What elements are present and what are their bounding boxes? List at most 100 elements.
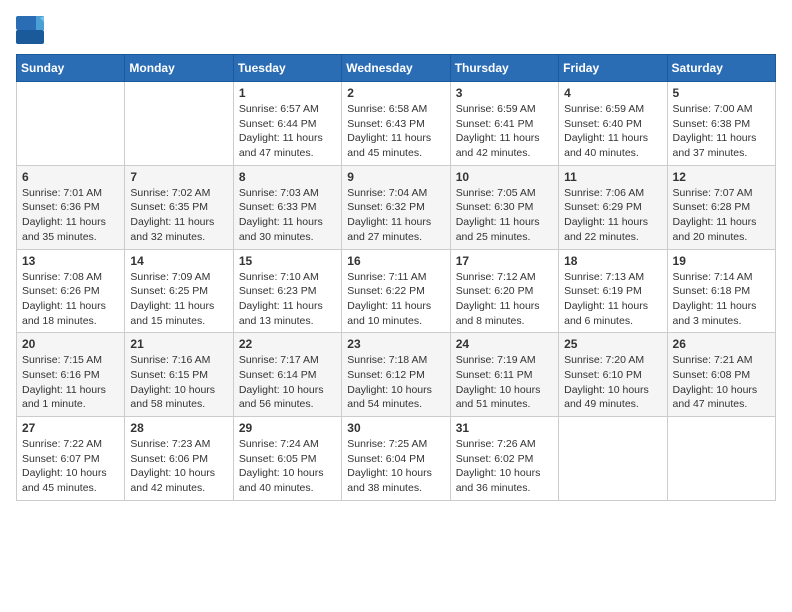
day-number: 16: [347, 254, 444, 268]
day-info: Sunrise: 7:24 AM Sunset: 6:05 PM Dayligh…: [239, 437, 336, 496]
calendar-week-row: 13Sunrise: 7:08 AM Sunset: 6:26 PM Dayli…: [17, 249, 776, 333]
logo-icon: [16, 16, 44, 44]
day-number: 26: [673, 337, 770, 351]
day-number: 27: [22, 421, 119, 435]
day-number: 3: [456, 86, 553, 100]
day-info: Sunrise: 7:06 AM Sunset: 6:29 PM Dayligh…: [564, 186, 661, 245]
day-info: Sunrise: 7:18 AM Sunset: 6:12 PM Dayligh…: [347, 353, 444, 412]
day-info: Sunrise: 7:03 AM Sunset: 6:33 PM Dayligh…: [239, 186, 336, 245]
day-number: 20: [22, 337, 119, 351]
calendar-cell: 30Sunrise: 7:25 AM Sunset: 6:04 PM Dayli…: [342, 417, 450, 501]
weekday-header: Monday: [125, 55, 233, 82]
calendar-cell: 26 Sunrise: 7:21 AM Sunset: 6:08 PM Dayli…: [667, 333, 775, 417]
day-number: 13: [22, 254, 119, 268]
day-info: Sunrise: 7:13 AM Sunset: 6:19 PM Dayligh…: [564, 270, 661, 329]
day-number: 29: [239, 421, 336, 435]
calendar-week-row: 6 Sunrise: 7:01 AM Sunset: 6:36 PM Daylig…: [17, 165, 776, 249]
day-number: 28: [130, 421, 227, 435]
calendar-cell: 11Sunrise: 7:06 AM Sunset: 6:29 PM Dayli…: [559, 165, 667, 249]
day-number: 31: [456, 421, 553, 435]
day-info: Sunrise: 7:12 AM Sunset: 6:20 PM Dayligh…: [456, 270, 553, 329]
day-info: Sunrise: 6:58 AM Sunset: 6:43 PM Dayligh…: [347, 102, 444, 161]
calendar-cell: 29 Sunrise: 7:24 AM Sunset: 6:05 PM Dayli…: [233, 417, 341, 501]
day-info: Sunrise: 7:22 AM Sunset: 6:07 PM Dayligh…: [22, 437, 119, 496]
calendar-cell: 17 Sunrise: 7:12 AM Sunset: 6:20 PM Dayli…: [450, 249, 558, 333]
calendar-cell: 16 Sunrise: 7:11 AM Sunset: 6:22 PM Dayli…: [342, 249, 450, 333]
calendar-cell: 7 Sunrise: 7:02 AM Sunset: 6:35 PM Daylig…: [125, 165, 233, 249]
day-info: Sunrise: 7:21 AM Sunset: 6:08 PM Dayligh…: [673, 353, 770, 412]
weekday-header: Sunday: [17, 55, 125, 82]
day-info: Sunrise: 7:05 AM Sunset: 6:30 PM Dayligh…: [456, 186, 553, 245]
calendar-cell: 9 Sunrise: 7:04 AM Sunset: 6:32 PM Daylig…: [342, 165, 450, 249]
calendar-cell: 3 Sunrise: 6:59 AM Sunset: 6:41 PM Daylig…: [450, 82, 558, 166]
calendar-body: 1 Sunrise: 6:57 AM Sunset: 6:44 PM Daylig…: [17, 82, 776, 501]
day-info: Sunrise: 7:11 AM Sunset: 6:22 PM Dayligh…: [347, 270, 444, 329]
calendar-cell: 5 Sunrise: 7:00 AM Sunset: 6:38 PM Daylig…: [667, 82, 775, 166]
day-info: Sunrise: 7:20 AM Sunset: 6:10 PM Dayligh…: [564, 353, 661, 412]
day-number: 14: [130, 254, 227, 268]
calendar-cell: 18 Sunrise: 7:13 AM Sunset: 6:19 PM Dayli…: [559, 249, 667, 333]
calendar-cell: 28 Sunrise: 7:23 AM Sunset: 6:06 PM Dayli…: [125, 417, 233, 501]
day-number: 10: [456, 170, 553, 184]
logo: [16, 16, 48, 44]
day-info: Sunrise: 7:23 AM Sunset: 6:06 PM Dayligh…: [130, 437, 227, 496]
day-info: Sunrise: 7:07 AM Sunset: 6:28 PM Dayligh…: [673, 186, 770, 245]
day-number: 8: [239, 170, 336, 184]
calendar-cell: 12Sunrise: 7:07 AM Sunset: 6:28 PM Dayli…: [667, 165, 775, 249]
day-info: Sunrise: 6:59 AM Sunset: 6:40 PM Dayligh…: [564, 102, 661, 161]
weekday-header: Friday: [559, 55, 667, 82]
day-number: 21: [130, 337, 227, 351]
day-number: 7: [130, 170, 227, 184]
day-number: 18: [564, 254, 661, 268]
calendar-cell: 14Sunrise: 7:09 AM Sunset: 6:25 PM Dayli…: [125, 249, 233, 333]
calendar-cell: 31 Sunrise: 7:26 AM Sunset: 6:02 PM Dayli…: [450, 417, 558, 501]
day-number: 25: [564, 337, 661, 351]
day-number: 9: [347, 170, 444, 184]
calendar-cell: 8 Sunrise: 7:03 AM Sunset: 6:33 PM Daylig…: [233, 165, 341, 249]
day-number: 2: [347, 86, 444, 100]
calendar-header-row: SundayMondayTuesdayWednesdayThursdayFrid…: [17, 55, 776, 82]
page-header: [16, 16, 776, 44]
day-info: Sunrise: 7:19 AM Sunset: 6:11 PM Dayligh…: [456, 353, 553, 412]
calendar-cell: 19 Sunrise: 7:14 AM Sunset: 6:18 PM Dayli…: [667, 249, 775, 333]
day-number: 15: [239, 254, 336, 268]
calendar-week-row: 1 Sunrise: 6:57 AM Sunset: 6:44 PM Daylig…: [17, 82, 776, 166]
day-info: Sunrise: 7:00 AM Sunset: 6:38 PM Dayligh…: [673, 102, 770, 161]
calendar-cell: 15 Sunrise: 7:10 AM Sunset: 6:23 PM Dayli…: [233, 249, 341, 333]
day-number: 19: [673, 254, 770, 268]
calendar-cell: 13Sunrise: 7:08 AM Sunset: 6:26 PM Dayli…: [17, 249, 125, 333]
day-number: 22: [239, 337, 336, 351]
day-info: Sunrise: 7:01 AM Sunset: 6:36 PM Dayligh…: [22, 186, 119, 245]
day-info: Sunrise: 6:57 AM Sunset: 6:44 PM Dayligh…: [239, 102, 336, 161]
day-number: 6: [22, 170, 119, 184]
calendar-cell: [667, 417, 775, 501]
calendar-cell: 25 Sunrise: 7:20 AM Sunset: 6:10 PM Dayli…: [559, 333, 667, 417]
day-info: Sunrise: 7:15 AM Sunset: 6:16 PM Dayligh…: [22, 353, 119, 412]
day-info: Sunrise: 7:02 AM Sunset: 6:35 PM Dayligh…: [130, 186, 227, 245]
day-info: Sunrise: 6:59 AM Sunset: 6:41 PM Dayligh…: [456, 102, 553, 161]
calendar-cell: 6 Sunrise: 7:01 AM Sunset: 6:36 PM Daylig…: [17, 165, 125, 249]
calendar-cell: 20 Sunrise: 7:15 AM Sunset: 6:16 PM Dayli…: [17, 333, 125, 417]
calendar-cell: [125, 82, 233, 166]
day-info: Sunrise: 7:26 AM Sunset: 6:02 PM Dayligh…: [456, 437, 553, 496]
calendar-cell: 2 Sunrise: 6:58 AM Sunset: 6:43 PM Daylig…: [342, 82, 450, 166]
day-number: 4: [564, 86, 661, 100]
calendar-table: SundayMondayTuesdayWednesdayThursdayFrid…: [16, 54, 776, 501]
day-info: Sunrise: 7:04 AM Sunset: 6:32 PM Dayligh…: [347, 186, 444, 245]
day-number: 5: [673, 86, 770, 100]
weekday-header: Tuesday: [233, 55, 341, 82]
day-info: Sunrise: 7:17 AM Sunset: 6:14 PM Dayligh…: [239, 353, 336, 412]
calendar-cell: 23 Sunrise: 7:18 AM Sunset: 6:12 PM Dayli…: [342, 333, 450, 417]
day-number: 23: [347, 337, 444, 351]
calendar-cell: 22 Sunrise: 7:17 AM Sunset: 6:14 PM Dayli…: [233, 333, 341, 417]
calendar-week-row: 27 Sunrise: 7:22 AM Sunset: 6:07 PM Dayli…: [17, 417, 776, 501]
day-info: Sunrise: 7:14 AM Sunset: 6:18 PM Dayligh…: [673, 270, 770, 329]
day-info: Sunrise: 7:25 AM Sunset: 6:04 PM Dayligh…: [347, 437, 444, 496]
day-number: 1: [239, 86, 336, 100]
day-number: 17: [456, 254, 553, 268]
day-info: Sunrise: 7:16 AM Sunset: 6:15 PM Dayligh…: [130, 353, 227, 412]
weekday-header: Wednesday: [342, 55, 450, 82]
weekday-header: Thursday: [450, 55, 558, 82]
calendar-week-row: 20 Sunrise: 7:15 AM Sunset: 6:16 PM Dayli…: [17, 333, 776, 417]
day-info: Sunrise: 7:10 AM Sunset: 6:23 PM Dayligh…: [239, 270, 336, 329]
